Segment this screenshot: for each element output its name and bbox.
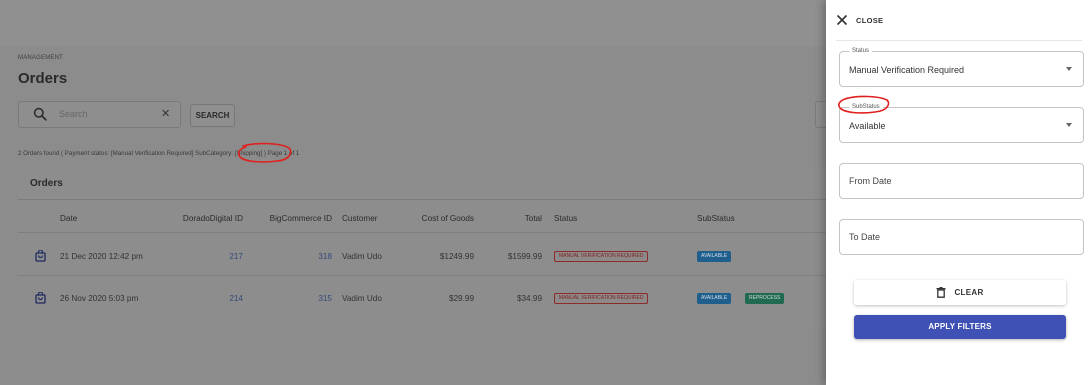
column-header-cost-of-goods[interactable]: Cost of Goods [408,214,474,223]
order-total: $1599.99 [507,252,542,261]
shopping-bag-icon[interactable] [35,250,46,262]
annotation-circle [838,95,890,114]
status-select-value: Manual Verification Required [849,65,965,75]
chevron-down-icon [1066,67,1072,71]
to-date-field[interactable]: To Date [839,219,1084,255]
search-icon [33,107,47,121]
page-title: Orders [18,70,68,87]
bigcommerce-id-link[interactable]: 315 [248,294,332,303]
order-date: 21 Dec 2020 12:42 pm [60,252,143,261]
column-header-customer[interactable]: Customer [342,214,378,223]
substatus-badge-available: AVAILABLE [697,251,732,262]
status-badge: MANUAL VERIFICATION REQUIRED [554,251,649,262]
from-date-placeholder: From Date [849,176,892,186]
column-header-date[interactable]: Date [60,214,77,223]
breadcrumb: MANAGEMENT [18,55,64,61]
divider [18,232,826,233]
close-icon [836,14,848,26]
shopping-bag-icon[interactable] [35,292,46,304]
bigcommerce-id-link[interactable]: 318 [248,252,332,261]
cost-of-goods: $29.99 [448,294,474,303]
order-total: $34.99 [516,294,542,303]
trash-icon [936,287,946,298]
summary-subcategory: SubCategory: [195,150,233,157]
divider [836,40,1082,41]
customer-name: Vadim Udo [342,252,382,261]
dorado-id-link[interactable]: 214 [148,294,243,303]
orders-card: Orders Date DoradoDigital ID BigCommerce… [18,168,826,328]
column-header-bigcommerce-id[interactable]: BigCommerce ID [248,214,332,223]
close-icon[interactable]: ✕ [161,107,170,120]
search-placeholder: Search [59,109,88,119]
apply-filters-button[interactable]: APPLY FILTERS [854,315,1066,339]
main-app: MANAGEMENT Orders Search ✕ SEARCH 2 Orde… [0,0,826,385]
annotation-circle [237,142,292,163]
orders-card-title: Orders [30,178,63,189]
substatus-select-value: Available [849,121,886,131]
from-date-field[interactable]: From Date [839,163,1084,199]
app-bar [0,0,826,46]
clear-button[interactable]: CLEAR [854,280,1066,305]
divider [18,199,826,200]
column-header-dorado-id[interactable]: DoradoDigital ID [148,214,243,223]
customer-name: Vadim Udo [342,294,382,303]
status-select[interactable]: Status Manual Verification Required [839,48,1084,87]
column-header-total[interactable]: Total [488,214,542,223]
chevron-down-icon [1066,123,1072,127]
divider [18,275,826,276]
status-badge: MANUAL VERIFICATION REQUIRED [554,293,649,304]
close-label: CLOSE [856,15,884,25]
column-header-substatus[interactable]: SubStatus [697,214,735,223]
cost-of-goods: $1249.99 [439,252,474,261]
search-button[interactable]: SEARCH [190,104,235,127]
order-date: 26 Nov 2020 5:03 pm [60,294,139,303]
close-button[interactable]: CLOSE [836,11,883,29]
substatus-badge-reprocess: REPROCESS [745,293,785,304]
dorado-id-link[interactable]: 217 [148,252,243,261]
summary-prefix: 2 Orders found ( Payment status: [Manual… [18,150,196,157]
status-select-label: Status [849,48,873,54]
clear-label: CLEAR [954,288,984,297]
to-date-placeholder: To Date [849,232,881,242]
toolbar-control[interactable] [815,101,826,128]
search-input[interactable]: Search ✕ [18,101,181,128]
filter-drawer: CLOSE Status Manual Verification Require… [826,0,1092,385]
substatus-badge-available: AVAILABLE [697,293,732,304]
column-header-status[interactable]: Status [554,214,577,223]
